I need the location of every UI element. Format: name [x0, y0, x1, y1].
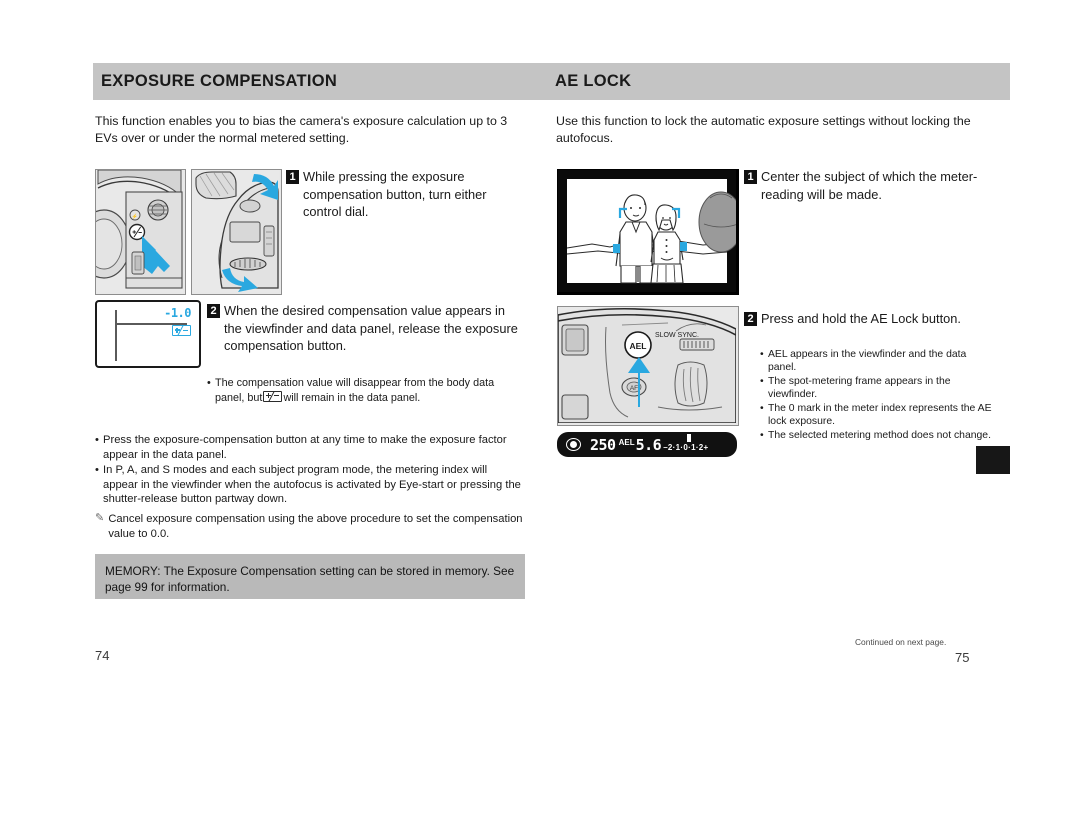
exposure-compensation-icon [172, 325, 191, 336]
bullet-text: In P, A, and S modes and each subject pr… [103, 464, 521, 506]
lcd-meter-scale: –2·1·0·1·2+ [663, 434, 709, 452]
lcd-data-panel-illustration: 250 AEL 5.6 –2·1·0·1·2+ [557, 432, 737, 457]
left-step-2-bullets: • The compensation value will disappear … [207, 377, 525, 406]
page-title-ae-lock: AE LOCK [555, 72, 632, 90]
page-title-exposure-compensation: EXPOSURE COMPENSATION [101, 72, 338, 90]
illustration-camera-exposure-compensation-button: ⚡ [95, 169, 186, 295]
spot-metering-icon [566, 438, 581, 451]
right-step-1: 1 Center the subject of which the meter-… [744, 168, 994, 203]
pencil-note-text: Cancel exposure compensation using the a… [108, 513, 523, 540]
step-number-badge: 1 [744, 170, 757, 184]
bullet-item: • The 0 mark in the meter index represen… [760, 402, 995, 428]
bullet-text: The selected metering method does not ch… [768, 430, 991, 441]
bullet-text: AEL appears in the viewfinder and the da… [768, 349, 967, 373]
step-text: When the desired compensation value appe… [224, 303, 518, 353]
bullet-item: • The compensation value will disappear … [207, 377, 525, 405]
left-step-2: 2 When the desired compensation value ap… [207, 302, 525, 355]
bullet-text-after: will remain in the data panel. [283, 391, 421, 404]
af-button-label: AF [630, 385, 638, 392]
bullet-item: • AEL appears in the viewfinder and the … [760, 348, 995, 374]
bullet-text: Press the exposure-compensation button a… [103, 434, 507, 461]
bullet-dot: • [760, 430, 764, 441]
right-step-2-bullets: • AEL appears in the viewfinder and the … [760, 348, 995, 443]
exposure-compensation-icon [263, 390, 283, 402]
lcd-ael-indicator: AEL [618, 438, 635, 447]
step-text: While pressing the exposure compensation… [303, 169, 487, 219]
bullet-item: • The selected metering method does not … [760, 429, 995, 442]
step-text: Press and hold the AE Lock button. [761, 311, 961, 326]
bullet-text: The 0 mark in the meter index represents… [768, 403, 992, 427]
illustration-viewfinder-scene [557, 169, 739, 295]
right-step-2: 2 Press and hold the AE Lock button. [744, 310, 994, 328]
manual-page-spread: EXPOSURE COMPENSATION AE LOCK This funct… [0, 0, 1080, 826]
left-pencil-note: ✎ Cancel exposure compensation using the… [95, 512, 525, 542]
right-page-column: Use this function to lock the automatic … [556, 113, 996, 147]
viewfinder-vertical-line [115, 310, 117, 361]
right-intro-paragraph: Use this function to lock the automatic … [556, 114, 971, 145]
bullet-dot: • [95, 464, 99, 477]
ael-button-label: AEL [630, 341, 647, 351]
step-text: Center the subject of which the meter-re… [761, 169, 978, 202]
bullet-dot: • [760, 403, 764, 414]
left-intro-paragraph: This function enables you to bias the ca… [95, 114, 508, 145]
page-number-left: 74 [95, 648, 110, 663]
bullet-text: The compensation value will disappear fr… [215, 377, 525, 405]
bullet-dot: • [760, 349, 764, 360]
bullet-dot: • [760, 376, 764, 387]
section-header-bar: EXPOSURE COMPENSATION AE LOCK [93, 63, 1010, 100]
left-notes-list: • Press the exposure-compensation button… [95, 433, 525, 508]
memory-note-box: MEMORY: The Exposure Compensation settin… [95, 554, 525, 599]
viewfinder-display-illustration: -1.0 [95, 300, 201, 368]
lcd-aperture: 5.6 [635, 435, 662, 454]
left-step-1: 1 While pressing the exposure compensati… [286, 168, 526, 221]
bullet-item: • The spot-metering frame appears in the… [760, 375, 995, 401]
bullet-dot: • [207, 377, 211, 389]
illustration-camera-ael-button: AEL SLOW SYNC. AF [557, 306, 739, 426]
lcd-shutter-speed: 250 [590, 435, 616, 454]
svg-text:⚡: ⚡ [132, 213, 138, 220]
viewfinder-compensation-value: -1.0 [164, 306, 191, 320]
continued-on-next-page-note: Continued on next page. [855, 637, 947, 647]
bullet-item: • Press the exposure-compensation button… [95, 433, 525, 462]
illustration-camera-control-dial [191, 169, 282, 295]
bullet-dot: • [95, 434, 99, 446]
step-number-badge: 2 [207, 304, 220, 318]
lcd-meter-index-bar [687, 434, 691, 442]
left-page-column: This function enables you to bias the ca… [95, 113, 525, 147]
step-number-badge: 1 [286, 170, 299, 184]
bullet-text: The spot-metering frame appears in the v… [768, 376, 951, 400]
chapter-tab-marker [976, 446, 1010, 474]
lcd-meter-scale-text: –2·1·0·1·2+ [663, 443, 709, 452]
slow-sync-label: SLOW SYNC. [655, 332, 699, 339]
step-number-badge: 2 [744, 312, 757, 326]
bullet-item: • In P, A, and S modes and each subject … [95, 463, 525, 507]
pencil-icon: ✎ [95, 512, 105, 524]
memory-note-text: MEMORY: The Exposure Compensation settin… [105, 564, 515, 594]
page-number-right: 75 [955, 650, 970, 665]
